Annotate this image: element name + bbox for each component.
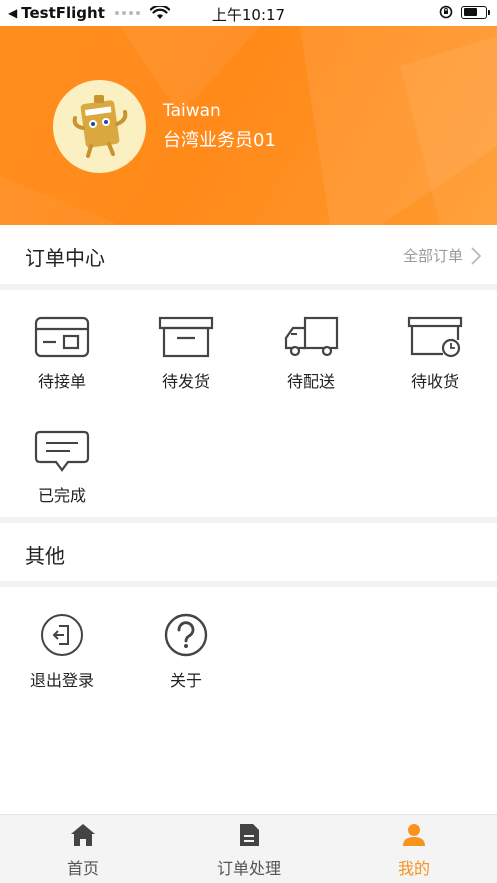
order-pending-receive[interactable]: 待收货 (373, 316, 497, 392)
all-orders-label: 全部订单 (402, 247, 463, 265)
battery-icon (461, 5, 490, 19)
tab-orders-label: 订单处理 (216, 859, 281, 878)
order-pending-delivery-label: 待配送 (286, 372, 335, 391)
logout-button[interactable]: 退出登录 (0, 613, 124, 691)
about-button[interactable]: 关于 (124, 613, 248, 691)
order-center-title: 订单中心 (25, 246, 105, 270)
order-completed-label: 已完成 (37, 486, 86, 505)
question-icon (164, 613, 208, 657)
order-pending-accept-label: 待接单 (37, 372, 86, 391)
card-icon (34, 316, 90, 358)
user-title: 台湾业务员01 (163, 130, 276, 151)
order-pending-receive-label: 待收货 (410, 372, 459, 391)
order-pending-ship[interactable]: 待发货 (124, 316, 248, 392)
rotation-lock-icon (439, 5, 453, 19)
order-pending-accept[interactable]: 待接单 (0, 316, 124, 392)
logout-icon (41, 614, 83, 656)
section-divider (0, 581, 497, 587)
tab-orders[interactable]: 订单处理 (166, 823, 332, 879)
document-icon (240, 824, 259, 846)
all-orders-link[interactable]: 全部订单 (403, 245, 481, 266)
profile-header: Taiwan 台湾业务员01 (0, 26, 497, 225)
chevron-right-icon (471, 246, 481, 265)
order-center-header: 订单中心 全部订单 (0, 225, 497, 285)
person-icon (403, 824, 425, 846)
clock: 上午10:17 (211, 6, 286, 24)
box-icon (158, 316, 214, 358)
about-label: 关于 (169, 671, 202, 690)
message-icon (34, 430, 90, 472)
order-pending-delivery[interactable]: 待配送 (249, 316, 373, 392)
tab-bar: 首页 订单处理 我的 (0, 814, 497, 883)
other-header: 其他 (0, 523, 497, 583)
section-divider (0, 284, 497, 290)
other-title: 其他 (25, 544, 65, 568)
order-completed[interactable]: 已完成 (0, 430, 124, 506)
tab-home-label: 首页 (66, 859, 99, 878)
user-name: Taiwan (163, 101, 221, 121)
tab-mine-label: 我的 (397, 859, 430, 878)
logout-label: 退出登录 (29, 671, 94, 690)
home-icon (71, 824, 95, 846)
order-pending-ship-label: 待发货 (161, 372, 210, 391)
mascot-icon (72, 95, 128, 158)
avatar[interactable] (53, 80, 146, 173)
status-bar: ◀ TestFlight 上午10:17 (0, 0, 497, 26)
truck-icon (284, 316, 339, 357)
tab-home[interactable]: 首页 (0, 823, 166, 879)
clock-box-icon (407, 316, 463, 358)
tab-mine[interactable]: 我的 (331, 823, 497, 879)
